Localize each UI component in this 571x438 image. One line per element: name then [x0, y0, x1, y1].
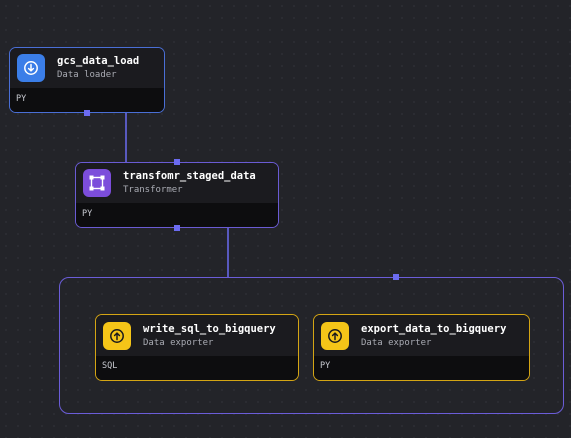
block-type: Data exporter [361, 337, 432, 348]
block-language: SQL [102, 361, 118, 371]
block-language: PY [16, 94, 27, 104]
exporter-icon-badge [321, 321, 349, 350]
block-name: export_data_to_bigquery [361, 322, 507, 335]
block-type: Data exporter [143, 337, 214, 348]
block-name: transfomr_staged_data [123, 170, 256, 182]
block-write-sql-to-bigquery[interactable]: write_sql_to_bigquery Data exporter SQL [95, 314, 299, 381]
input-port-transfomr-staged-data[interactable] [174, 159, 180, 165]
block-type: Data loader [57, 70, 117, 80]
block-export-data-to-bigquery[interactable]: export_data_to_bigquery Data exporter PY [313, 314, 530, 381]
block-transfomr-staged-data[interactable]: transfomr_staged_data Transformer PY [75, 162, 279, 228]
block-name: write_sql_to_bigquery [143, 322, 276, 335]
exporter-icon-badge [103, 321, 131, 350]
arrow-up-circle-icon [328, 328, 342, 343]
output-port-transfomr-staged-data[interactable] [174, 225, 180, 231]
block-type: Transformer [123, 185, 183, 195]
loader-icon-badge [17, 54, 45, 82]
block-language: PY [82, 209, 93, 219]
input-port-exporter-group[interactable] [393, 274, 399, 280]
arrow-down-circle-icon [24, 61, 38, 75]
block-gcs-data-load[interactable]: gcs_data_load Data loader PY [9, 47, 165, 113]
block-language: PY [320, 361, 331, 371]
pipeline-canvas[interactable]: gcs_data_load Data loader PY transfomr_s… [0, 0, 571, 438]
arrow-up-circle-icon [110, 328, 124, 343]
output-port-gcs-data-load[interactable] [84, 110, 90, 116]
frame-square-icon [89, 175, 105, 191]
block-name: gcs_data_load [57, 55, 140, 67]
transformer-icon-badge [83, 169, 111, 197]
